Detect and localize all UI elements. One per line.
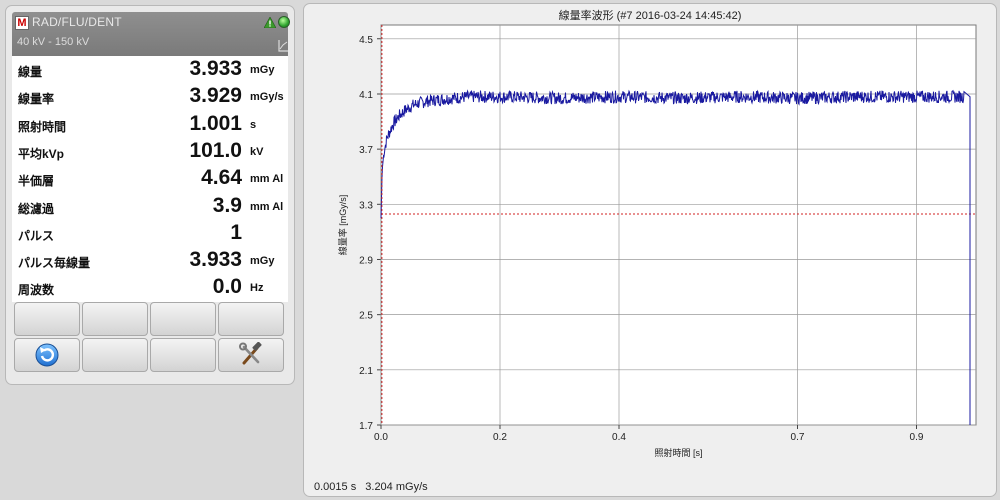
- x-tick-label: 0.4: [612, 432, 626, 443]
- reading-label: パルス毎線量: [18, 256, 91, 271]
- y-tick-label: 2.5: [359, 311, 373, 322]
- tools-icon: [239, 342, 262, 365]
- reading-unit: mGy: [250, 64, 275, 76]
- x-tick-label: 0.2: [493, 432, 507, 443]
- readings-table: 線量 3.933 mGy 線量率 3.929 mGy/s 照射時間 1.001 s 平均kVp 10…: [12, 56, 288, 302]
- blank-button[interactable]: [14, 302, 80, 336]
- reading-unit: kV: [250, 145, 264, 158]
- kv-range: 40 kV - 150 kV: [17, 36, 90, 48]
- reading-value: 1.001: [189, 111, 242, 135]
- dose-rate-chart[interactable]: 1.7 2.1 2.5 2.9 3.3 3.7 4.1 4.5 0.0 0.2 0.4 0.7 0.9 照…: [304, 4, 997, 497]
- reading-label: 平均kVp: [18, 146, 65, 161]
- reading-unit: mm Al: [250, 173, 284, 186]
- refresh-icon: [35, 343, 59, 367]
- status-led-icon: [278, 16, 290, 28]
- reading-value: 3.9: [212, 193, 242, 217]
- reading-value: 3.933: [189, 57, 242, 80]
- y-tick-label: 3.3: [359, 200, 373, 211]
- reading-row: 線量 3.933 mGy: [12, 56, 288, 83]
- blank-button[interactable]: [82, 302, 148, 336]
- chart-title: 線量率波形 (#7 2016-03-24 14:45:42): [558, 10, 742, 22]
- reading-value: 1: [230, 220, 242, 244]
- reading-value: 101.0: [189, 138, 242, 162]
- reading-label: 線量: [18, 65, 43, 79]
- reading-unit: Hz: [250, 282, 264, 295]
- blank-button[interactable]: [218, 302, 284, 336]
- reading-unit: mGy/s: [250, 91, 284, 104]
- reading-label: 照射時間: [18, 119, 67, 134]
- reading-value: 4.64: [201, 166, 242, 190]
- mode-title: RAD/FLU/DENT: [32, 15, 122, 29]
- y-tick-label: 3.7: [359, 145, 373, 156]
- reading-value: 3.933: [189, 248, 242, 272]
- y-tick-label: 4.5: [359, 35, 373, 46]
- reading-row: 半価層 4.64 mm Al: [12, 165, 288, 192]
- blank-button[interactable]: [150, 338, 216, 372]
- reading-label: 線量率: [18, 92, 55, 107]
- reading-label: 総濾過: [18, 201, 55, 216]
- reading-row: 周波数 0.0 Hz: [12, 274, 288, 301]
- reading-row: 総濾過 3.9 mm Al: [12, 193, 288, 220]
- chart-corner-icon[interactable]: [278, 40, 288, 52]
- reading-row: 平均kVp 101.0 kV: [12, 138, 288, 165]
- refresh-button[interactable]: [14, 338, 80, 372]
- cursor-readout: 0.0015 s 3.204 mGy/s: [314, 481, 434, 493]
- cursor-time: 0.0015 s: [314, 481, 357, 493]
- chart-panel: 1.7 2.1 2.5 2.9 3.3 3.7 4.1 4.5 0.0 0.2 0.4 0.7 0.9 照…: [303, 3, 997, 497]
- reading-unit: s: [250, 118, 257, 131]
- reading-label: 周波数: [18, 283, 55, 298]
- x-tick-label: 0.9: [910, 432, 924, 443]
- x-tick-label: 0.7: [791, 432, 805, 443]
- cursor-value: 3.204 mGy/s: [365, 481, 428, 493]
- y-tick-label: 2.1: [359, 366, 373, 377]
- blank-button[interactable]: [82, 338, 148, 372]
- reading-row: パルス毎線量 3.933 mGy: [12, 247, 288, 274]
- reading-unit: mm Al: [250, 200, 284, 213]
- meter-header: M RAD/FLU/DENT 40 kV - 150 kV: [12, 12, 290, 56]
- plot-area: [380, 24, 977, 426]
- reading-label: パルス: [18, 228, 55, 243]
- reading-value: 3.929: [189, 84, 242, 108]
- reading-value: 0.0: [212, 275, 242, 299]
- x-axis-label: 照射時間 [s]: [654, 447, 702, 458]
- blank-button[interactable]: [150, 302, 216, 336]
- reading-row: 照射時間 1.001 s: [12, 111, 288, 138]
- reading-row: 線量率 3.929 mGy/s: [12, 83, 288, 110]
- y-axis-label: 線量率 [mGy/s]: [337, 195, 348, 256]
- warning-icon: [264, 17, 276, 28]
- x-tick-label: 0.0: [374, 432, 388, 443]
- reading-unit: mGy: [250, 255, 275, 268]
- reading-label: 半価層: [18, 174, 55, 189]
- reading-row: パルス 1: [12, 220, 288, 247]
- y-tick-label: 1.7: [359, 421, 373, 432]
- app-logo-icon: M: [15, 16, 29, 30]
- y-tick-label: 4.1: [359, 90, 373, 101]
- y-tick-label: 2.9: [359, 255, 373, 266]
- tools-button[interactable]: [218, 338, 284, 372]
- meter-panel: M RAD/FLU/DENT 40 kV - 150 kV 線量 3.933 mGy…: [5, 5, 295, 385]
